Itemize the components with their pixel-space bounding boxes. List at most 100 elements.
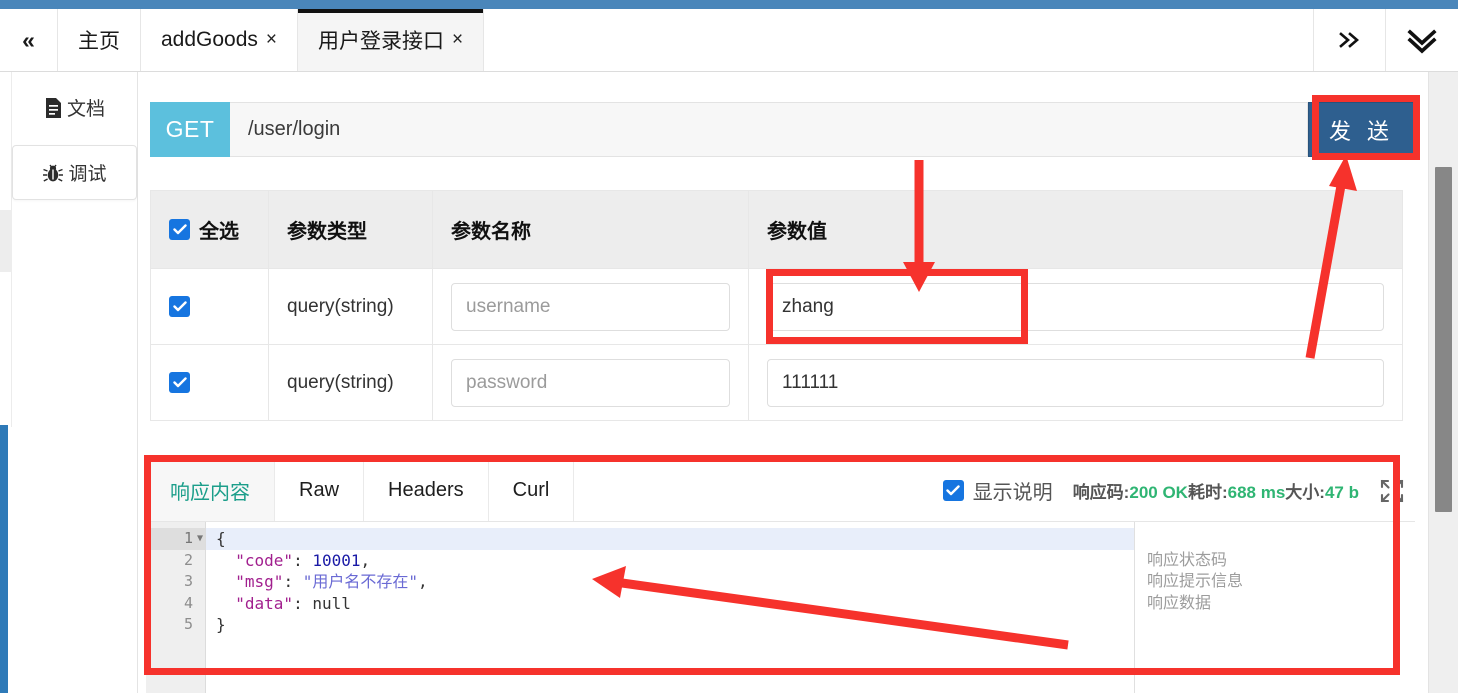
- http-method-badge[interactable]: GET: [150, 102, 230, 157]
- response-meta-bar: 显示说明 响应码:200 OK耗时:688 ms大小:47 b: [574, 460, 1415, 521]
- params-table: 全选 参数类型 参数名称 参数值 query(string) username …: [150, 190, 1403, 421]
- code-token-key: "msg": [235, 572, 284, 591]
- vertical-scrollbar-track[interactable]: [1428, 72, 1458, 693]
- tab-label: addGoods: [161, 28, 258, 51]
- tab-label: 主页: [78, 30, 120, 53]
- response-panel: 响应内容 Raw Headers Curl 显示说明 响应码:200 OK耗时:…: [146, 460, 1415, 693]
- param-value-input[interactable]: [767, 282, 1384, 331]
- line-number: 5: [183, 615, 193, 633]
- show-description-toggle[interactable]: 显示说明: [942, 476, 1053, 505]
- document-icon: [44, 97, 63, 119]
- tab-expand-all-button[interactable]: [1386, 9, 1458, 71]
- show-description-checkbox[interactable]: [942, 480, 964, 501]
- tab-headers[interactable]: Headers: [364, 460, 489, 521]
- request-bar: GET /user/login 发 送: [150, 102, 1415, 157]
- row-param-type: query(string): [268, 268, 433, 345]
- code-token-pun: ,: [360, 550, 371, 570]
- vertical-scrollbar-thumb[interactable]: [1435, 167, 1452, 512]
- left-rail-marker: [0, 210, 12, 272]
- close-icon[interactable]: ×: [452, 29, 463, 51]
- elapsed-value: 688 ms: [1227, 483, 1286, 502]
- check-icon: [172, 377, 187, 388]
- size-value: 47 b: [1324, 483, 1359, 502]
- send-button[interactable]: 发 送: [1308, 102, 1415, 157]
- row-param-value-cell: [748, 268, 1403, 345]
- url-input[interactable]: /user/login: [230, 102, 1308, 157]
- code-line: "data": null: [206, 593, 1134, 615]
- response-field-descriptions: 响应状态码 响应提示信息 响应数据: [1135, 522, 1415, 693]
- size-label: 大小:: [1285, 483, 1325, 502]
- fullscreen-expand-icon: [1380, 479, 1404, 502]
- code-token-pun: ,: [417, 572, 428, 591]
- fullscreen-expand-button[interactable]: [1379, 478, 1405, 504]
- field-description: 响应数据: [1147, 594, 1212, 612]
- response-code[interactable]: { "code": 10001, "msg": "用户名不存在", "data"…: [206, 522, 1135, 693]
- tab-raw[interactable]: Raw: [275, 460, 365, 521]
- chevron-double-right-icon: [1338, 32, 1359, 48]
- bug-icon: [42, 162, 64, 184]
- row-select-cell: [150, 344, 269, 421]
- code-token-pun: {: [216, 529, 226, 548]
- line-number: 3: [183, 572, 193, 590]
- code-line: "code": 10001,: [206, 550, 1134, 572]
- params-table-head: 全选 参数类型 参数名称 参数值: [150, 190, 1403, 269]
- chevron-double-down-icon: [1407, 29, 1437, 54]
- table-header-row: 全选 参数类型 参数名称 参数值: [150, 190, 1403, 269]
- sidebar-item-debug[interactable]: 调试: [12, 145, 137, 200]
- code-token-pun: :: [293, 550, 313, 570]
- line-number: 2: [183, 550, 193, 569]
- check-icon: [172, 224, 187, 235]
- row-param-value-cell: [748, 344, 1403, 421]
- sidebar: 文档 调试: [12, 80, 137, 204]
- tab-user-login-api[interactable]: 用户登录接口 ×: [298, 9, 485, 71]
- tab-curl[interactable]: Curl: [489, 460, 575, 521]
- tab-collapse-button[interactable]: «: [0, 9, 58, 71]
- response-tabs: 响应内容 Raw Headers Curl 显示说明 响应码:200 OK耗时:…: [146, 460, 1415, 522]
- tab-label: 用户登录接口: [318, 30, 445, 53]
- col-select-all: 全选: [150, 190, 269, 269]
- param-name-input[interactable]: [451, 358, 730, 407]
- fold-toggle-icon[interactable]: ▼: [197, 528, 203, 550]
- code-token-key: "code": [235, 550, 294, 570]
- response-body-editor[interactable]: 1 ▼ 2 3 4 5 { "code": 10001, "msg": "用户名不存在",…: [146, 522, 1415, 693]
- sidebar-item-label: 调试: [68, 164, 107, 185]
- sidebar-item-label: 文档: [66, 99, 105, 120]
- row-checkbox[interactable]: [169, 371, 190, 393]
- response-status-line: 响应码:200 OK耗时:688 ms大小:47 b: [1073, 478, 1359, 503]
- param-name-input[interactable]: [451, 282, 730, 331]
- main-panel: GET /user/login 发 送 全选 参数类型 参数名称 参数值 que…: [138, 72, 1428, 693]
- row-checkbox[interactable]: [169, 295, 190, 317]
- row-select-cell: [150, 268, 269, 345]
- top-accent-strip: [0, 0, 1458, 9]
- col-param-type: 参数类型: [268, 190, 433, 269]
- status-code-value: 200 OK: [1129, 483, 1188, 502]
- select-all-checkbox[interactable]: [169, 219, 190, 240]
- elapsed-label: 耗时:: [1187, 483, 1228, 502]
- field-description: 响应状态码: [1147, 551, 1228, 569]
- app-root: « 主页 addGoods × 用户登录接口 × 文档 调试 GET /user…: [0, 0, 1458, 693]
- code-token-key: "data": [235, 593, 294, 613]
- line-number-gutter: 1 ▼ 2 3 4 5: [146, 522, 206, 693]
- check-icon: [946, 485, 960, 496]
- tab-bar-spacer: [484, 9, 1314, 71]
- param-value-input[interactable]: [767, 358, 1384, 407]
- table-row: query(string): [150, 344, 1403, 421]
- tab-response-content[interactable]: 响应内容: [146, 460, 275, 521]
- sidebar-item-document[interactable]: 文档: [12, 80, 137, 135]
- tab-home[interactable]: 主页: [58, 9, 141, 71]
- code-line: "msg": "用户名不存在",: [206, 571, 1134, 593]
- status-code-label: 响应码:: [1072, 483, 1130, 502]
- tab-addgoods[interactable]: addGoods ×: [141, 9, 299, 71]
- code-line: }: [206, 614, 1134, 636]
- code-token-str: "用户名不存在": [302, 572, 418, 591]
- code-token-null: null: [312, 593, 351, 613]
- check-icon: [172, 301, 187, 312]
- row-param-name-cell: [432, 344, 749, 421]
- close-icon[interactable]: ×: [266, 29, 277, 51]
- table-row: query(string): [150, 268, 1403, 345]
- chevron-double-left-icon: «: [22, 26, 35, 53]
- tab-more-button[interactable]: [1314, 9, 1386, 71]
- code-line: {: [206, 528, 1134, 550]
- code-token-pun: :: [283, 572, 303, 591]
- col-param-name: 参数名称: [432, 190, 749, 269]
